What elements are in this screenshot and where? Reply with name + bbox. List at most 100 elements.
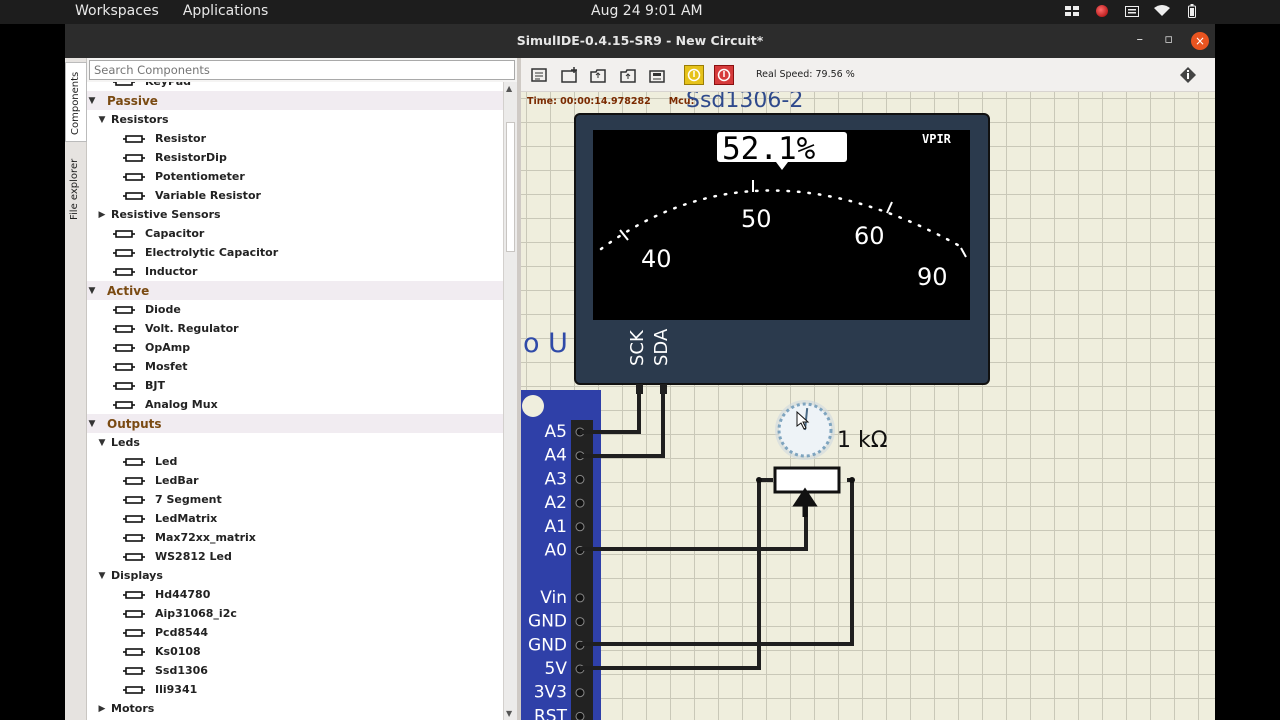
board-pin-label: 5V (545, 659, 568, 679)
wifi-icon[interactable] (1154, 4, 1170, 18)
expand-arrow-icon[interactable]: ▼ (87, 96, 97, 106)
board-pin[interactable] (575, 522, 585, 532)
component-label: Diode (145, 303, 181, 316)
component-item-keypad[interactable]: KeyPad (87, 82, 503, 91)
component-item-ili9341[interactable]: Ili9341 (87, 680, 503, 699)
subcategory-resistive-sensors[interactable]: ▶ Resistive Sensors (87, 205, 503, 224)
component-item-led[interactable]: Led (87, 452, 503, 471)
component-item-resistordip[interactable]: ResistorDip (87, 148, 503, 167)
component-item-analog-mux[interactable]: Analog Mux (87, 395, 503, 414)
tab-components[interactable]: Components (65, 62, 87, 142)
collapse-arrow-icon[interactable]: ▼ (97, 571, 107, 581)
expand-arrow-icon[interactable]: ▼ (87, 419, 97, 429)
close-button[interactable]: × (1191, 32, 1209, 50)
component-item-bjt[interactable]: BJT (87, 376, 503, 395)
component-label: BJT (145, 379, 165, 392)
collapse-arrow-icon[interactable]: ▼ (97, 115, 107, 125)
component-item-opamp[interactable]: OpAmp (87, 338, 503, 357)
window-titlebar[interactable]: SimulIDE-0.4.15-SR9 - New Circuit* – ▫ × (65, 24, 1215, 58)
scrollbar-thumb[interactable] (506, 122, 515, 252)
subcategory-displays[interactable]: ▼ Displays (87, 566, 503, 585)
battery-icon[interactable] (1184, 4, 1200, 18)
board-pin[interactable] (575, 498, 585, 508)
led-icon (121, 455, 147, 469)
seven-segment-icon (121, 493, 147, 507)
tree-scrollbar[interactable]: ▲ ▼ (503, 82, 517, 720)
component-item-aip31068-i2c[interactable]: Aip31068_i2c (87, 604, 503, 623)
subcategory-leds[interactable]: ▼ Leds (87, 433, 503, 452)
display-readout: 52.1% (722, 131, 816, 167)
board-pin[interactable] (575, 617, 585, 627)
tab-file-explorer[interactable]: File explorer (65, 148, 87, 228)
component-item-ssd1306[interactable]: Ssd1306 (87, 661, 503, 680)
board-pin-label: A2 (545, 493, 567, 513)
category-outputs[interactable]: ▼ Outputs (87, 414, 503, 433)
subcategory-motors[interactable]: ▶ Motors (87, 699, 503, 718)
stop-simulation-icon[interactable] (714, 65, 734, 85)
component-item-electrolytic-capacitor[interactable]: Electrolytic Capacitor (87, 243, 503, 262)
component-item-pcd8544[interactable]: Pcd8544 (87, 623, 503, 642)
component-label: Capacitor (145, 227, 205, 240)
board-pin[interactable] (575, 474, 585, 484)
component-item-ks0108[interactable]: Ks0108 (87, 642, 503, 661)
circuit-toolbar: Real Speed: 79.56 % (521, 58, 1215, 92)
component-label: Electrolytic Capacitor (145, 246, 279, 259)
scroll-up-icon[interactable]: ▲ (506, 84, 512, 93)
scroll-down-icon[interactable]: ▼ (506, 709, 512, 718)
component-item-capacitor[interactable]: Capacitor (87, 224, 503, 243)
component-item-resistor[interactable]: Resistor (87, 129, 503, 148)
expand-arrow-icon[interactable]: ▶ (97, 210, 107, 220)
keypad-icon (111, 82, 137, 89)
open-folder-icon[interactable] (589, 65, 609, 85)
applications-menu[interactable]: Applications (183, 3, 269, 19)
category-passive[interactable]: ▼ Passive (87, 91, 503, 110)
component-label: Ili9341 (155, 683, 198, 696)
open-icon[interactable] (619, 65, 639, 85)
workspace-switcher-icon[interactable] (1064, 4, 1080, 18)
board-pin[interactable] (575, 593, 585, 603)
new-file-icon[interactable] (560, 65, 580, 85)
component-item-7-segment[interactable]: 7 Segment (87, 490, 503, 509)
circuit-canvas[interactable]: Time: 00:00:14.978282 Mcu: Ssd1306-2 o U… (521, 92, 1215, 720)
component-item-diode[interactable]: Diode (87, 300, 503, 319)
component-item-potentiometer[interactable]: Potentiometer (87, 167, 503, 186)
component-item-variable-resistor[interactable]: Variable Resistor (87, 186, 503, 205)
potentiometer[interactable]: 1 kΩ (756, 400, 888, 517)
board-pin-label: A5 (545, 422, 567, 442)
component-item-ledmatrix[interactable]: LedMatrix (87, 509, 503, 528)
component-item-volt-regulator[interactable]: Volt. Regulator (87, 319, 503, 338)
keyboard-icon[interactable] (1124, 4, 1140, 18)
minimize-button[interactable]: – (1137, 32, 1144, 47)
clock[interactable]: Aug 24 9:01 AM (591, 3, 703, 19)
new-circuit-icon[interactable] (530, 65, 550, 85)
board-pin[interactable] (575, 711, 585, 720)
ssd1306-display[interactable]: 40 50 60 90 52.1% VPIR SCK SDA (574, 113, 990, 385)
search-components-input[interactable] (89, 60, 515, 80)
ws2812-icon (121, 550, 147, 564)
scale-tick-50: 50 (741, 205, 772, 233)
component-item-inductor[interactable]: Inductor (87, 262, 503, 281)
board-pin[interactable] (575, 688, 585, 698)
recording-icon[interactable] (1094, 4, 1110, 18)
expand-arrow-icon[interactable]: ▼ (87, 286, 97, 296)
info-icon[interactable] (1178, 65, 1198, 85)
component-label: WS2812 Led (155, 550, 232, 563)
resistordip-icon (121, 151, 147, 165)
component-item-hd44780[interactable]: Hd44780 (87, 585, 503, 604)
component-item-mosfet[interactable]: Mosfet (87, 357, 503, 376)
letterbox-left (0, 24, 65, 720)
save-icon[interactable] (648, 65, 668, 85)
collapse-arrow-icon[interactable]: ▼ (97, 438, 107, 448)
expand-arrow-icon[interactable]: ▶ (97, 704, 107, 714)
subcategory-label: Resistors (111, 113, 169, 126)
subcategory-resistors[interactable]: ▼ Resistors (87, 110, 503, 129)
component-label: Volt. Regulator (145, 322, 239, 335)
maximize-button[interactable]: ▫ (1164, 32, 1173, 47)
pause-simulation-icon[interactable] (684, 65, 704, 85)
component-item-ledbar[interactable]: LedBar (87, 471, 503, 490)
component-item-max72xx-matrix[interactable]: Max72xx_matrix (87, 528, 503, 547)
system-top-bar: Workspaces Applications Aug 24 9:01 AM (0, 0, 1280, 24)
workspaces-menu[interactable]: Workspaces (75, 3, 159, 19)
category-active[interactable]: ▼ Active (87, 281, 503, 300)
component-item-ws2812-led[interactable]: WS2812 Led (87, 547, 503, 566)
